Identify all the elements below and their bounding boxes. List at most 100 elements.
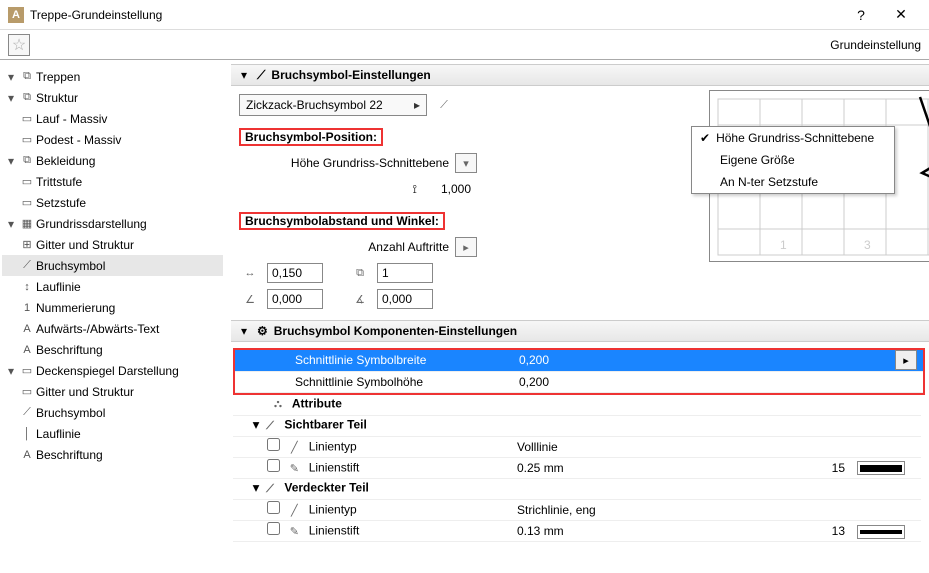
panel-bruchsymbol-header[interactable]: ▾ ⟋ Bruchsymbol-Einstellungen — [231, 64, 929, 86]
node-icon: A — [18, 323, 36, 335]
height-option-eigene[interactable]: Eigene Größe — [692, 149, 894, 171]
category-row[interactable]: ▾⟋ Sichtbarer Teil — [233, 416, 921, 437]
pen-number: 15 — [771, 458, 851, 479]
position-heading: Bruchsymbol-Position: — [239, 128, 383, 146]
prop-value: 0,200 — [513, 371, 889, 392]
properties-table: Schnittlinie Symbolbreite 0,200 ▸ Schnit… — [235, 350, 923, 393]
table-row[interactable]: ✎ Linienstift 0.25 mm 15 — [233, 458, 921, 479]
sidebar-item[interactable]: ▾▦Grundrissdarstellung — [2, 213, 223, 234]
sidebar-item[interactable]: ↕Lauflinie — [2, 276, 223, 297]
height-option-schnittebene[interactable]: ✔Höhe Grundriss-Schnittebene — [692, 127, 894, 149]
category-row[interactable]: ⛬ Attribute — [233, 395, 921, 416]
table-row[interactable]: Schnittlinie Symbolhöhe 0,200 — [235, 371, 923, 392]
panel-komponenten-header[interactable]: ▾ ⚙ Bruchsymbol Komponenten-Einstellunge… — [231, 320, 929, 342]
node-icon: ▭ — [18, 385, 36, 398]
height-value: 1,000 — [423, 182, 471, 196]
node-icon: ▭ — [18, 196, 36, 209]
symbol-select-value: Zickzack-Bruchsymbol 22 — [246, 98, 383, 112]
sidebar-item[interactable]: ▭Trittstufe — [2, 171, 223, 192]
sidebar-item[interactable]: ▭Podest - Massiv — [2, 129, 223, 150]
count-popup-button[interactable]: ▸ — [455, 237, 477, 257]
height-dropdown-menu: ✔Höhe Grundriss-Schnittebene Eigene Größ… — [691, 126, 895, 194]
favorite-toggle[interactable]: ☆ — [8, 34, 30, 56]
node-icon: ⟋ — [18, 259, 36, 272]
sidebar-item[interactable]: │Lauflinie — [2, 423, 223, 444]
count-input[interactable] — [377, 263, 433, 283]
sidebar-item[interactable]: ⟋Bruchsymbol — [2, 402, 223, 423]
twisty-icon: ▾ — [4, 364, 18, 378]
node-icon: ▭ — [18, 133, 36, 146]
height-glyph: ⟟ — [239, 182, 417, 197]
table-row[interactable]: ╱ Linientyp Volllinie — [233, 437, 921, 458]
height-dropdown-button[interactable]: ▾ — [455, 153, 477, 173]
row-checkbox[interactable] — [267, 459, 280, 472]
node-icon: A — [18, 449, 36, 461]
window-title: Treppe-Grundeinstellung — [30, 8, 841, 22]
symbol-style-a[interactable]: ⟋ — [433, 95, 455, 115]
row-checkbox[interactable] — [267, 438, 280, 451]
node-icon: ▦ — [18, 217, 36, 230]
gap-input[interactable] — [267, 263, 323, 283]
height-label: Höhe Grundriss-Schnittebene — [239, 156, 449, 170]
check-icon: ✔ — [700, 131, 710, 145]
table-row[interactable]: Schnittlinie Symbolbreite 0,200 ▸ — [235, 350, 923, 371]
sidebar-item-label: Podest - Massiv — [36, 133, 121, 147]
sidebar-item-label: Trittstufe — [36, 175, 82, 189]
node-icon: ↕ — [18, 281, 36, 293]
count-label: Anzahl Auftritte — [239, 240, 449, 254]
row-checkbox[interactable] — [267, 501, 280, 514]
sidebar-item[interactable]: 1Nummerierung — [2, 297, 223, 318]
sidebar-item-label: Bruchsymbol — [36, 406, 105, 420]
sidebar-item-label: Beschriftung — [36, 448, 103, 462]
angle-b-input[interactable] — [377, 289, 433, 309]
prop-label: Linientyp — [309, 440, 357, 454]
linetype-icon: ╱ — [283, 500, 305, 520]
gap-icon: ↔ — [239, 263, 261, 283]
help-button[interactable]: ? — [841, 1, 881, 29]
sidebar-item-label: Deckenspiegel Darstellung — [36, 364, 179, 378]
sidebar-item[interactable]: AAufwärts-/Abwärts-Text — [2, 318, 223, 339]
category-row[interactable]: ▾⟋ Verdeckter Teil — [233, 479, 921, 500]
close-button[interactable]: ✕ — [881, 1, 921, 29]
prop-label: Linientyp — [309, 503, 357, 517]
pen-icon: ✎ — [283, 521, 305, 541]
count-icon: ⧉ — [349, 263, 371, 283]
svg-text:1: 1 — [780, 238, 787, 252]
sidebar-item[interactable]: ▾▭Deckenspiegel Darstellung — [2, 360, 223, 381]
sidebar-item-label: Treppen — [36, 70, 80, 84]
pen-preview — [857, 525, 905, 539]
height-option-nter[interactable]: An N-ter Setzstufe — [692, 171, 894, 193]
prop-value: 0.25 mm — [511, 458, 771, 479]
table-row[interactable]: ╱ Linientyp Strichlinie, eng — [233, 500, 921, 521]
prop-label: Schnittlinie Symbolbreite — [235, 350, 513, 371]
node-icon: ▭ — [18, 364, 36, 377]
twisty-icon: ▾ — [4, 70, 18, 84]
sidebar-item[interactable]: ABeschriftung — [2, 339, 223, 360]
pen-icon: ✎ — [283, 458, 305, 478]
category-icon: ⟋ — [259, 479, 281, 499]
prop-value: Volllinie — [511, 437, 771, 458]
row-checkbox[interactable] — [267, 522, 280, 535]
sidebar-item[interactable]: ▾⧉Treppen — [2, 66, 223, 87]
collapse-icon: ▾ — [237, 68, 251, 82]
pen-preview — [857, 461, 905, 475]
twisty-icon: ▾ — [4, 91, 18, 105]
symbol-select[interactable]: Zickzack-Bruchsymbol 22 ▸ — [239, 94, 427, 116]
angle-a-input[interactable] — [267, 289, 323, 309]
sidebar-item[interactable]: ▾⧉Bekleidung — [2, 150, 223, 171]
panel-title: Bruchsymbol-Einstellungen — [271, 68, 430, 82]
node-icon: A — [18, 344, 36, 356]
sidebar-item[interactable]: ⟋Bruchsymbol — [2, 255, 223, 276]
chevron-right-icon[interactable]: ▸ — [895, 350, 917, 370]
sidebar-item[interactable]: ▭Setzstufe — [2, 192, 223, 213]
sidebar-item-label: Beschriftung — [36, 343, 103, 357]
sidebar-item[interactable]: ABeschriftung — [2, 444, 223, 465]
sidebar-item[interactable]: ▾⧉Struktur — [2, 87, 223, 108]
sidebar-item[interactable]: ▭Lauf - Massiv — [2, 108, 223, 129]
node-icon: ▭ — [18, 175, 36, 188]
sidebar-item[interactable]: ▭Gitter und Struktur — [2, 381, 223, 402]
table-row[interactable]: ✎ Linienstift 0.13 mm 13 — [233, 521, 921, 542]
node-icon: ⊞ — [18, 238, 36, 251]
sidebar-item[interactable]: ⊞Gitter und Struktur — [2, 234, 223, 255]
prop-value: 0.13 mm — [511, 521, 771, 542]
